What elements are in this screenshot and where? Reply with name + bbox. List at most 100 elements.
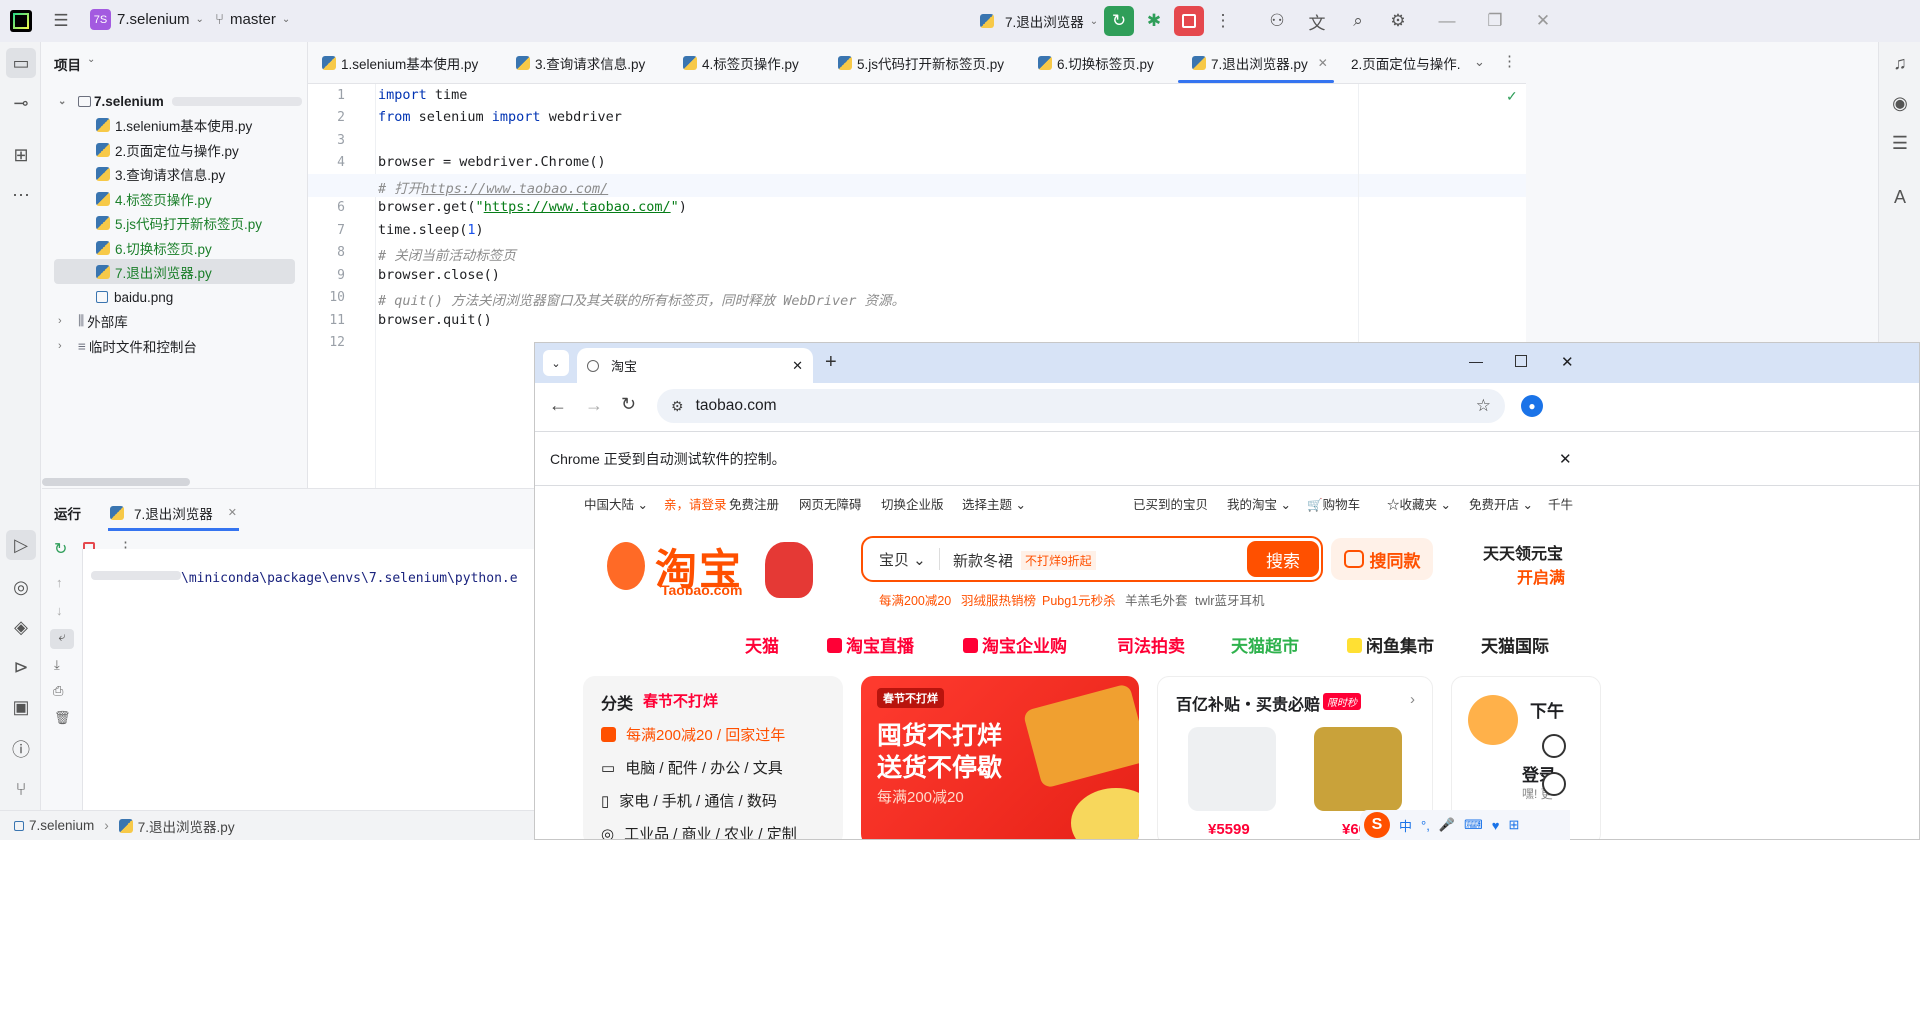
- minimize-icon[interactable]: —: [1432, 6, 1462, 36]
- product-image[interactable]: [1188, 727, 1276, 811]
- chrome-tab[interactable]: 淘宝 ✕: [577, 348, 813, 383]
- category-hot-row[interactable]: 每满200减20 / 回家过年: [601, 724, 785, 745]
- tree-external-libs[interactable]: › ⫼ 外部库: [42, 309, 308, 333]
- site-info-icon[interactable]: ⚙: [671, 398, 684, 415]
- settings-gear-icon[interactable]: ⚙: [1383, 6, 1413, 36]
- rerun-icon[interactable]: ↻: [54, 539, 67, 559]
- close-icon[interactable]: ✕: [1528, 6, 1558, 36]
- translate-icon[interactable]: 文: [1302, 6, 1332, 36]
- folder-icon[interactable]: ▭: [6, 48, 36, 78]
- more-tools-icon[interactable]: ⋯: [6, 180, 36, 210]
- theme-selector[interactable]: 选择主题 ⌄: [962, 494, 1026, 513]
- open-shop-link[interactable]: 免费开店 ⌄: [1469, 494, 1533, 513]
- category-row[interactable]: ▯ 家电 / 手机 / 通信 / 数码: [601, 790, 777, 811]
- channel-live[interactable]: 淘宝直播: [827, 632, 914, 657]
- tree-file[interactable]: 2.页面定位与操作.py: [42, 138, 308, 162]
- maximize-icon[interactable]: [1515, 355, 1527, 367]
- category-row[interactable]: ▭ 电脑 / 配件 / 办公 / 文具: [601, 757, 783, 778]
- project-switcher[interactable]: 7S 7.selenium ⌄: [90, 9, 204, 30]
- notifications-icon[interactable]: ♫: [1885, 48, 1915, 78]
- search-button[interactable]: 搜索: [1247, 541, 1319, 577]
- qianniu-link[interactable]: 千牛: [1548, 494, 1573, 513]
- forward-icon[interactable]: →: [585, 395, 603, 416]
- hot-search[interactable]: twlr蓝牙耳机: [1195, 590, 1264, 609]
- back-icon[interactable]: ←: [549, 395, 567, 416]
- editor-tab[interactable]: 6.切换标签页.py: [1038, 42, 1154, 84]
- close-tab-icon[interactable]: ✕: [792, 358, 803, 374]
- register-link[interactable]: 免费注册: [729, 494, 779, 513]
- ime-chinese-icon[interactable]: 中: [1399, 816, 1412, 835]
- chat-float-icon[interactable]: [1542, 734, 1566, 758]
- sciview-icon[interactable]: A: [1885, 182, 1915, 212]
- region-selector[interactable]: 中国大陆 ⌄: [584, 494, 648, 513]
- problems-icon[interactable]: ⓘ: [6, 734, 36, 764]
- tree-file[interactable]: 1.selenium基本使用.py: [42, 113, 308, 137]
- python-console-icon[interactable]: ◎: [6, 572, 36, 602]
- breadcrumb-project[interactable]: 7.selenium: [29, 818, 94, 833]
- service-float-icon[interactable]: [1542, 772, 1566, 796]
- arrow-up-icon[interactable]: ↑: [56, 575, 63, 590]
- ime-toolbar[interactable]: S 中 °, 🎤 ⌨ ♥ ⊞: [1360, 810, 1570, 840]
- hot-search[interactable]: 羊羔毛外套: [1125, 590, 1188, 609]
- search-icon[interactable]: ⌕: [1343, 6, 1373, 36]
- console-output[interactable]: \miniconda\package\envs\7.selenium\pytho…: [82, 549, 534, 811]
- scroll-to-end-icon[interactable]: ⤓: [54, 657, 60, 673]
- ime-skin-icon[interactable]: ♥: [1492, 818, 1500, 833]
- cart-link[interactable]: 🛒购物车: [1307, 494, 1360, 513]
- channel-supermarket[interactable]: 天猫超市: [1231, 632, 1299, 657]
- run-config-selector[interactable]: 7.退出浏览器 ⌄: [980, 11, 1098, 31]
- arrow-down-icon[interactable]: ↓: [56, 603, 63, 618]
- minimize-icon[interactable]: —: [1469, 353, 1483, 369]
- hot-search[interactable]: 每满200减20: [879, 590, 951, 609]
- tree-root-folder[interactable]: ⌄ 7.selenium: [42, 89, 308, 113]
- horizontal-scrollbar[interactable]: [42, 478, 190, 486]
- category-row[interactable]: ◎ 工业品 / 商业 / 农业 / 定制: [601, 823, 797, 839]
- rerun-icon[interactable]: ↻: [1104, 6, 1134, 36]
- bookmark-star-icon[interactable]: ☆: [1476, 396, 1491, 416]
- my-taobao-link[interactable]: 我的淘宝 ⌄: [1227, 494, 1291, 513]
- editor-tab[interactable]: 3.查询请求信息.py: [516, 42, 645, 84]
- editor-tab[interactable]: 2.页面定位与操作.py: [1346, 42, 1460, 84]
- search-input[interactable]: 新款冬裙: [953, 550, 1013, 571]
- taobao-logo[interactable]: 淘宝 Taobao.com: [607, 536, 829, 602]
- structure-icon[interactable]: ⊞: [6, 140, 36, 170]
- tree-file[interactable]: 3.查询请求信息.py: [42, 162, 308, 186]
- ime-punct-icon[interactable]: °,: [1421, 818, 1430, 833]
- search-category[interactable]: 宝贝 ⌄: [879, 549, 926, 570]
- close-window-icon[interactable]: ✕: [1561, 353, 1574, 371]
- ime-tools-icon[interactable]: ⊞: [1509, 817, 1520, 833]
- editor-tab[interactable]: 4.标签页操作.py: [683, 42, 799, 84]
- image-search-button[interactable]: 搜同款: [1331, 538, 1433, 580]
- close-tab-icon[interactable]: ✕: [1318, 56, 1328, 70]
- enterprise-link[interactable]: 切换企业版: [881, 494, 944, 513]
- stop-button[interactable]: [1174, 6, 1204, 36]
- profile-avatar-icon[interactable]: ●: [1521, 395, 1543, 417]
- bought-link[interactable]: 已买到的宝贝: [1133, 494, 1208, 513]
- hot-search[interactable]: Pubg1元秒杀: [1042, 590, 1116, 609]
- tree-file-selected[interactable]: 7.退出浏览器.py: [42, 260, 308, 284]
- project-panel-header[interactable]: 项目 ⌄: [54, 54, 95, 74]
- debug-icon[interactable]: ✱: [1139, 6, 1169, 36]
- accessible-link[interactable]: 网页无障碍: [799, 494, 862, 513]
- tree-file[interactable]: baidu.png: [42, 285, 308, 309]
- favorites-link[interactable]: ☆收藏夹 ⌄: [1387, 494, 1451, 513]
- print-icon[interactable]: ⎙: [53, 683, 63, 699]
- run-tab[interactable]: 7.退出浏览器 ✕: [108, 497, 239, 531]
- tree-file[interactable]: 4.标签页操作.py: [42, 187, 308, 211]
- terminal-icon[interactable]: ▣: [6, 692, 36, 722]
- channel-global[interactable]: 天猫国际: [1481, 632, 1549, 657]
- git-icon[interactable]: ⑂: [6, 774, 36, 804]
- services-icon[interactable]: ⊳: [6, 652, 36, 682]
- add-user-icon[interactable]: ⚇: [1262, 6, 1292, 36]
- address-bar[interactable]: ⚙ taobao.com ☆: [657, 389, 1505, 423]
- tree-file[interactable]: 5.js代码打开新标签页.py: [42, 211, 308, 235]
- channel-tmall[interactable]: 天猫: [745, 632, 779, 657]
- breadcrumb-file[interactable]: 7.退出浏览器.py: [138, 816, 235, 836]
- channel-xianyu[interactable]: 闲鱼集市: [1347, 632, 1434, 657]
- new-tab-icon[interactable]: +: [825, 351, 837, 374]
- product-image[interactable]: [1314, 727, 1402, 811]
- restore-icon[interactable]: ❐: [1480, 6, 1510, 36]
- tab-more-icon[interactable]: ⋮: [1502, 52, 1517, 70]
- hot-search[interactable]: 羽绒服热销榜: [961, 590, 1036, 609]
- tree-scratches[interactable]: › ≡ 临时文件和控制台: [42, 334, 308, 358]
